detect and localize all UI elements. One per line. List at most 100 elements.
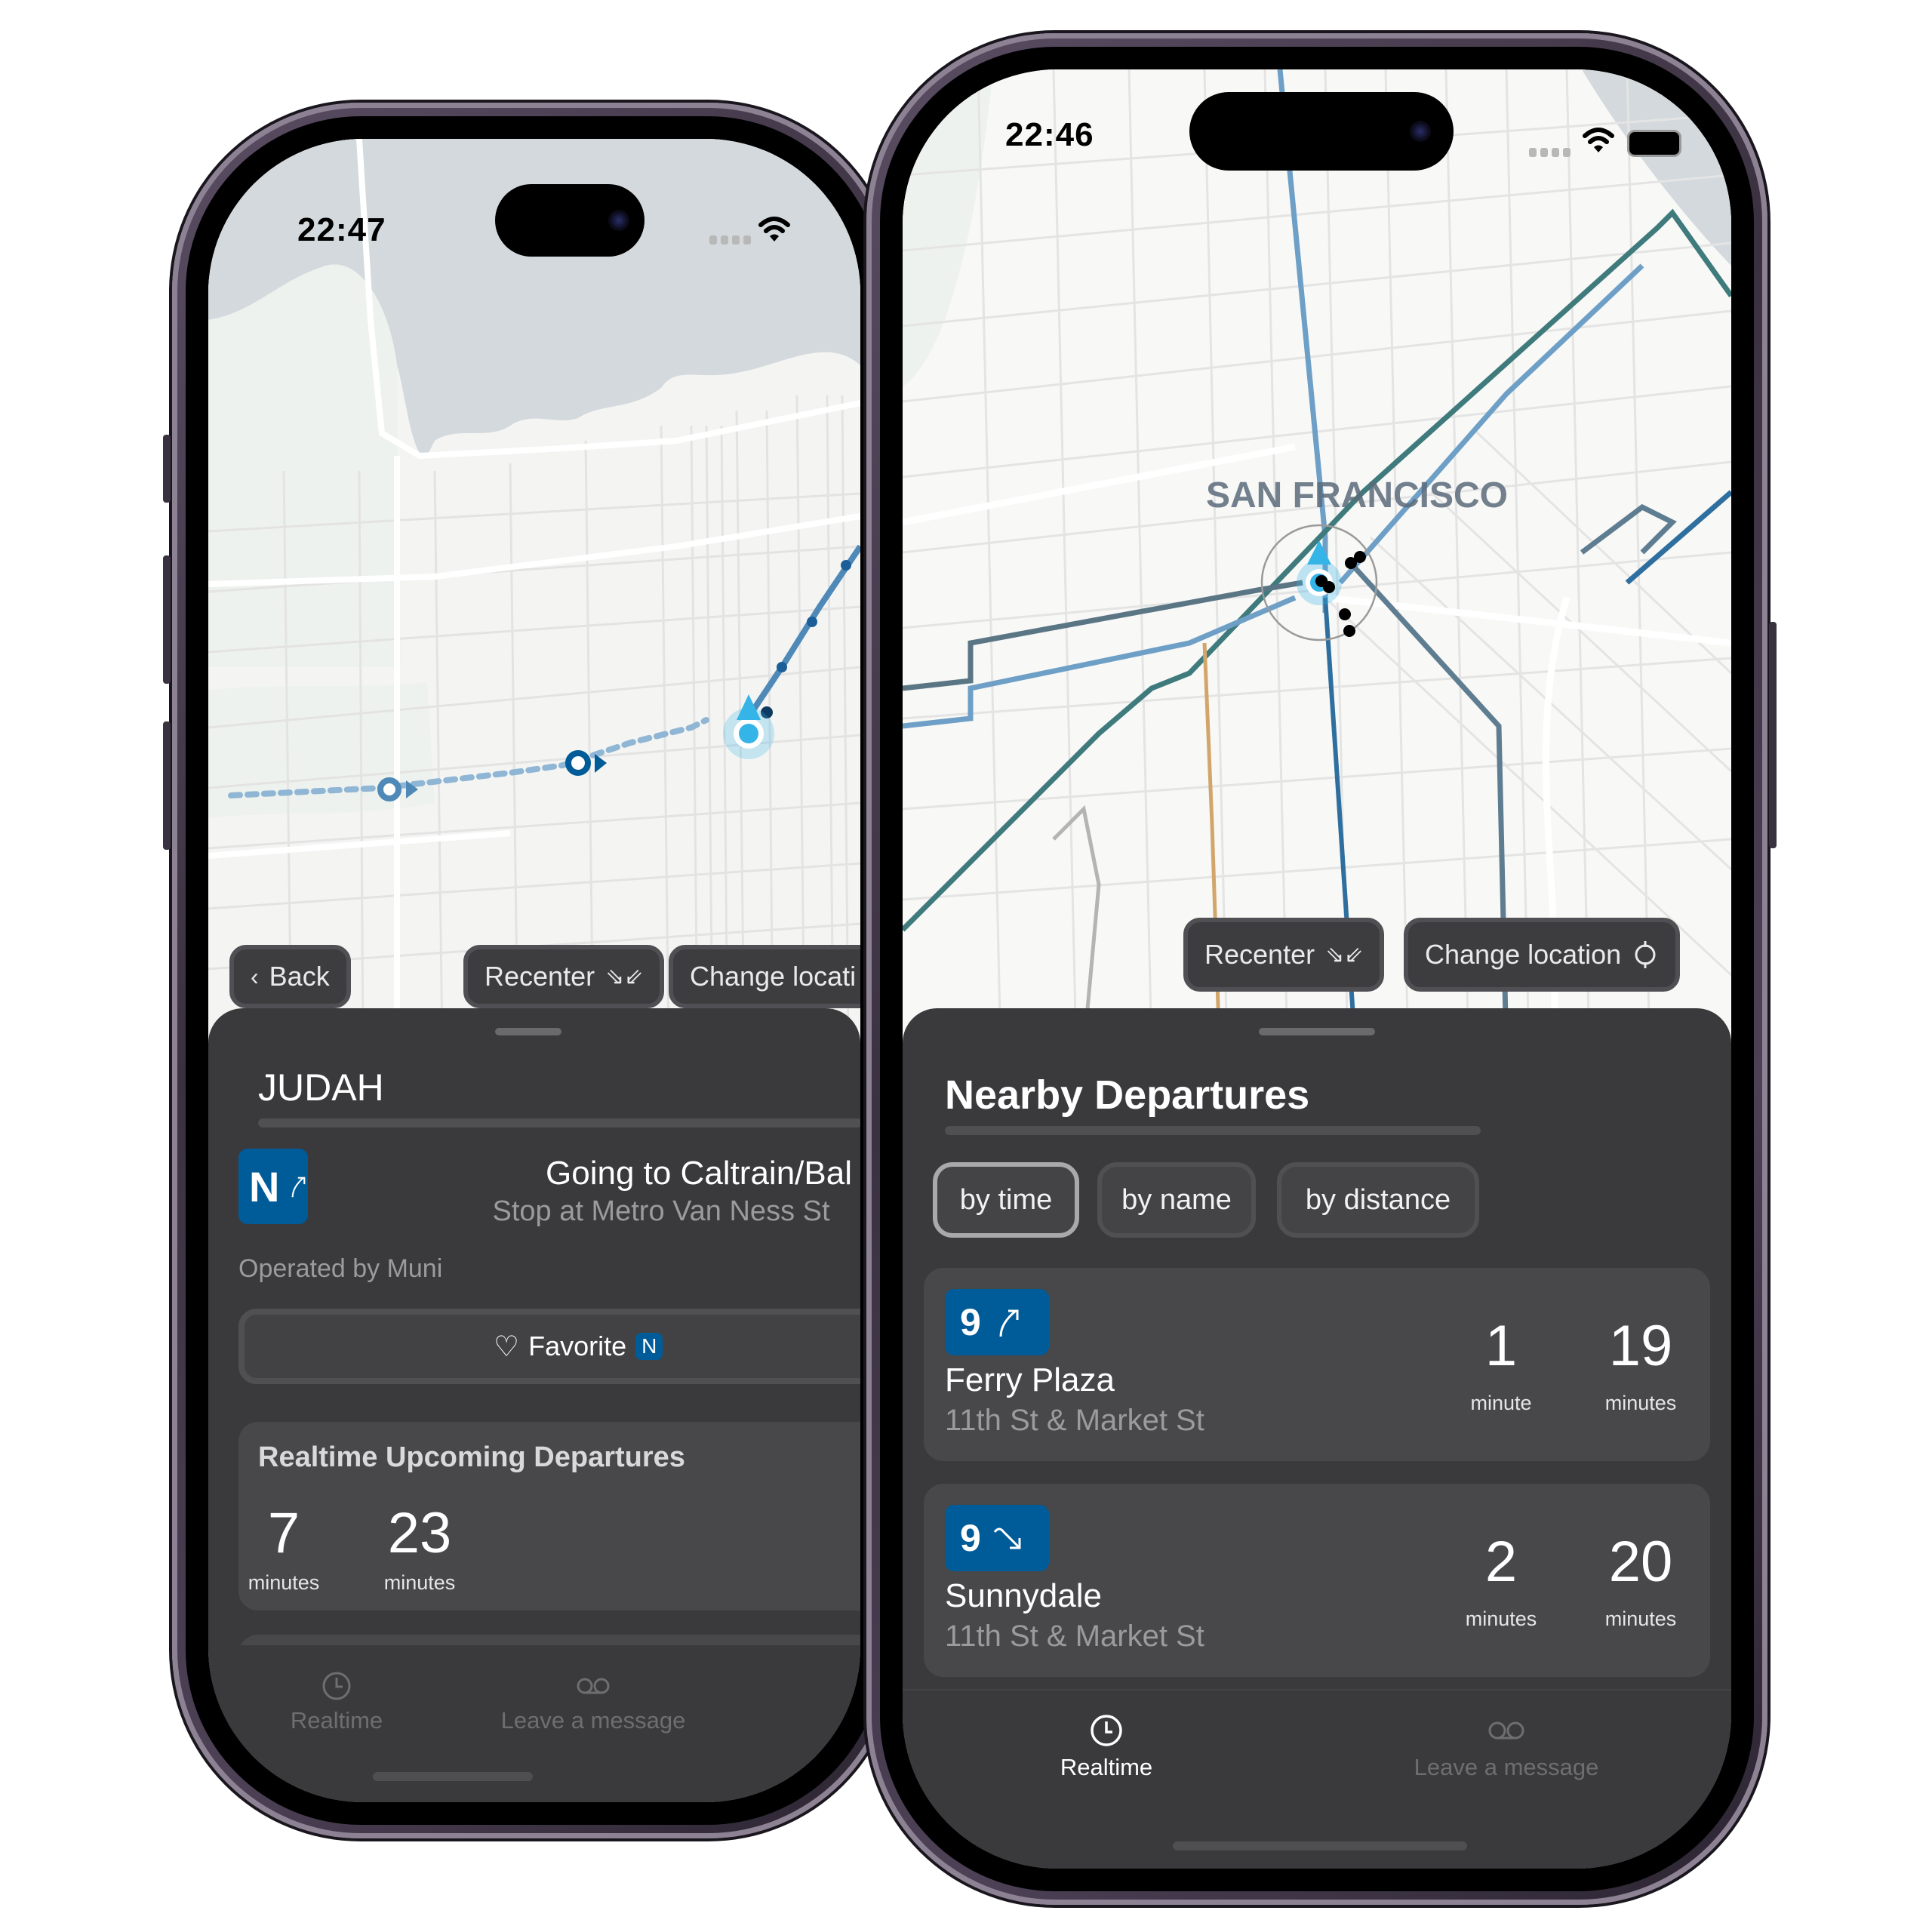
volume-down-button — [163, 721, 171, 850]
back-label: Back — [269, 961, 330, 992]
dynamic-island — [1189, 92, 1454, 171]
tab-leave-message[interactable]: Leave a message — [1386, 1713, 1627, 1781]
phone-left: 22:47 ‹ Back Recenter ⇘⇙ Change locati J… — [163, 103, 897, 1838]
status-bar: 22:47 — [208, 139, 860, 257]
realtime-card-title: Realtime Upcoming Departures — [258, 1441, 685, 1473]
status-time: 22:46 — [1005, 116, 1094, 153]
city-label: SAN FRANCISCO — [1206, 475, 1508, 515]
stop-name: 11th St & Market St — [945, 1404, 1204, 1437]
voicemail-icon — [1488, 1721, 1524, 1740]
clock-icon — [322, 1672, 351, 1700]
destination-name: Sunnydale — [945, 1577, 1102, 1614]
change-location-label: Change locati — [690, 961, 857, 992]
sheet-grabber[interactable] — [1259, 1028, 1375, 1035]
recenter-arrows-icon: ⇘⇙ — [605, 964, 644, 989]
sort-by-distance-chip[interactable]: by distance — [1277, 1162, 1479, 1238]
stop-marker — [841, 560, 851, 571]
status-bar: 22:46 — [903, 69, 1731, 183]
front-camera — [608, 210, 629, 231]
back-button[interactable]: ‹ Back — [229, 945, 351, 1008]
departure-time-value: 19 — [1608, 1314, 1673, 1378]
wifi-icon — [758, 217, 790, 242]
departure-time-unit: minutes — [248, 1571, 320, 1594]
stop-name: 11th St & Market St — [945, 1620, 1204, 1653]
destination-name: Ferry Plaza — [945, 1361, 1115, 1398]
departure-time-value: 2 — [1484, 1530, 1518, 1594]
stop-marker — [1323, 581, 1335, 593]
departure-time-unit: minutes — [1604, 1607, 1677, 1630]
route-badge: 9 — [945, 1505, 1049, 1571]
sheet-grabber[interactable] — [495, 1028, 561, 1035]
route-heading: Going to Caltrain/Bal — [546, 1155, 852, 1192]
departure-row[interactable]: 9 Ferry Plaza 11th St & Market St 1 minu… — [924, 1268, 1710, 1461]
route-badge-label: 9 — [960, 1301, 981, 1343]
change-location-label: Change location — [1425, 939, 1622, 970]
tab-label: Realtime — [290, 1707, 383, 1734]
sheet-title: Nearby Departures — [945, 1072, 1310, 1118]
route-badge-label: 9 — [960, 1517, 981, 1559]
stop-marker — [777, 662, 787, 672]
phone-right: SAN FRANCISCO 22:46 Recenter ⇘⇙ Change l… — [866, 33, 1777, 1905]
route-badge-label: N — [249, 1162, 280, 1211]
cellular-signal-icon — [709, 235, 751, 245]
mute-switch — [163, 435, 171, 503]
arrow-down-right-curved-icon — [993, 1527, 1021, 1549]
sort-by-name-chip[interactable]: by name — [1097, 1162, 1256, 1238]
realtime-departures-card: Realtime Upcoming Departures 7 minutes 2… — [238, 1422, 860, 1611]
tab-realtime[interactable]: Realtime — [276, 1671, 397, 1734]
stop-marker — [807, 617, 817, 627]
recenter-label: Recenter — [485, 961, 595, 992]
favorite-label: Favorite — [528, 1331, 627, 1361]
arrow-up-right-curved-icon — [292, 1177, 306, 1198]
voicemail-icon — [577, 1678, 610, 1694]
stop-marker — [1354, 551, 1366, 563]
recenter-button[interactable]: Recenter ⇘⇙ — [1183, 918, 1385, 992]
location-crosshair-icon — [1635, 941, 1656, 968]
power-button — [1769, 622, 1777, 848]
home-indicator[interactable] — [1173, 1841, 1467, 1850]
title-underline — [258, 1118, 860, 1128]
tab-label: Leave a message — [500, 1707, 686, 1734]
stop-marker — [1339, 608, 1351, 620]
volume-up-button — [163, 555, 171, 684]
recenter-label: Recenter — [1204, 939, 1315, 970]
departure-time-unit: minutes — [383, 1571, 456, 1594]
change-location-button[interactable]: Change locati — [669, 945, 860, 1008]
dynamic-island — [495, 184, 645, 257]
status-time: 22:47 — [297, 211, 386, 248]
recenter-button[interactable]: Recenter ⇘⇙ — [463, 945, 665, 1008]
screen: 22:47 ‹ Back Recenter ⇘⇙ Change locati J… — [208, 139, 860, 1802]
arrow-up-right-curved-icon — [999, 1309, 1019, 1337]
route-badge: N — [238, 1149, 308, 1224]
stop-marker — [1343, 625, 1355, 637]
departure-time-value: 7 — [267, 1501, 300, 1565]
recenter-arrows-icon: ⇘⇙ — [1325, 942, 1364, 968]
favorite-button[interactable]: ♡ Favorite N — [238, 1309, 860, 1384]
sort-by-time-chip[interactable]: by time — [933, 1162, 1079, 1238]
route-operator: Operated by Muni — [238, 1254, 443, 1283]
departure-time-value: 1 — [1484, 1314, 1518, 1378]
departure-time-unit: minutes — [1604, 1392, 1677, 1414]
battery-icon — [1627, 130, 1681, 157]
wifi-icon — [1583, 128, 1614, 152]
title-underline — [945, 1126, 1481, 1135]
front-camera — [1410, 121, 1431, 142]
departure-time-unit: minute — [1470, 1392, 1532, 1414]
screen: SAN FRANCISCO 22:46 Recenter ⇘⇙ Change l… — [903, 69, 1731, 1869]
route-badge: 9 — [945, 1289, 1049, 1355]
golden-gate-park — [208, 682, 435, 818]
tab-label: Leave a message — [1414, 1754, 1599, 1780]
clock-icon — [1091, 1715, 1122, 1746]
home-indicator[interactable] — [373, 1772, 533, 1781]
departure-time-unit: minutes — [1465, 1607, 1537, 1630]
tab-bar: Realtime Leave a message — [208, 1645, 860, 1802]
heart-icon: ♡ — [494, 1331, 520, 1363]
departure-time-value: 20 — [1608, 1530, 1673, 1594]
tab-realtime[interactable]: Realtime — [1031, 1713, 1182, 1781]
route-stop: Stop at Metro Van Ness St — [492, 1195, 830, 1227]
tab-label: Realtime — [1060, 1754, 1153, 1780]
departure-row[interactable]: 9 Sunnydale 11th St & Market St 2 minute… — [924, 1484, 1710, 1677]
route-title: JUDAH — [258, 1066, 384, 1109]
tab-leave-message[interactable]: Leave a message — [480, 1671, 706, 1734]
change-location-button[interactable]: Change location — [1404, 918, 1681, 992]
